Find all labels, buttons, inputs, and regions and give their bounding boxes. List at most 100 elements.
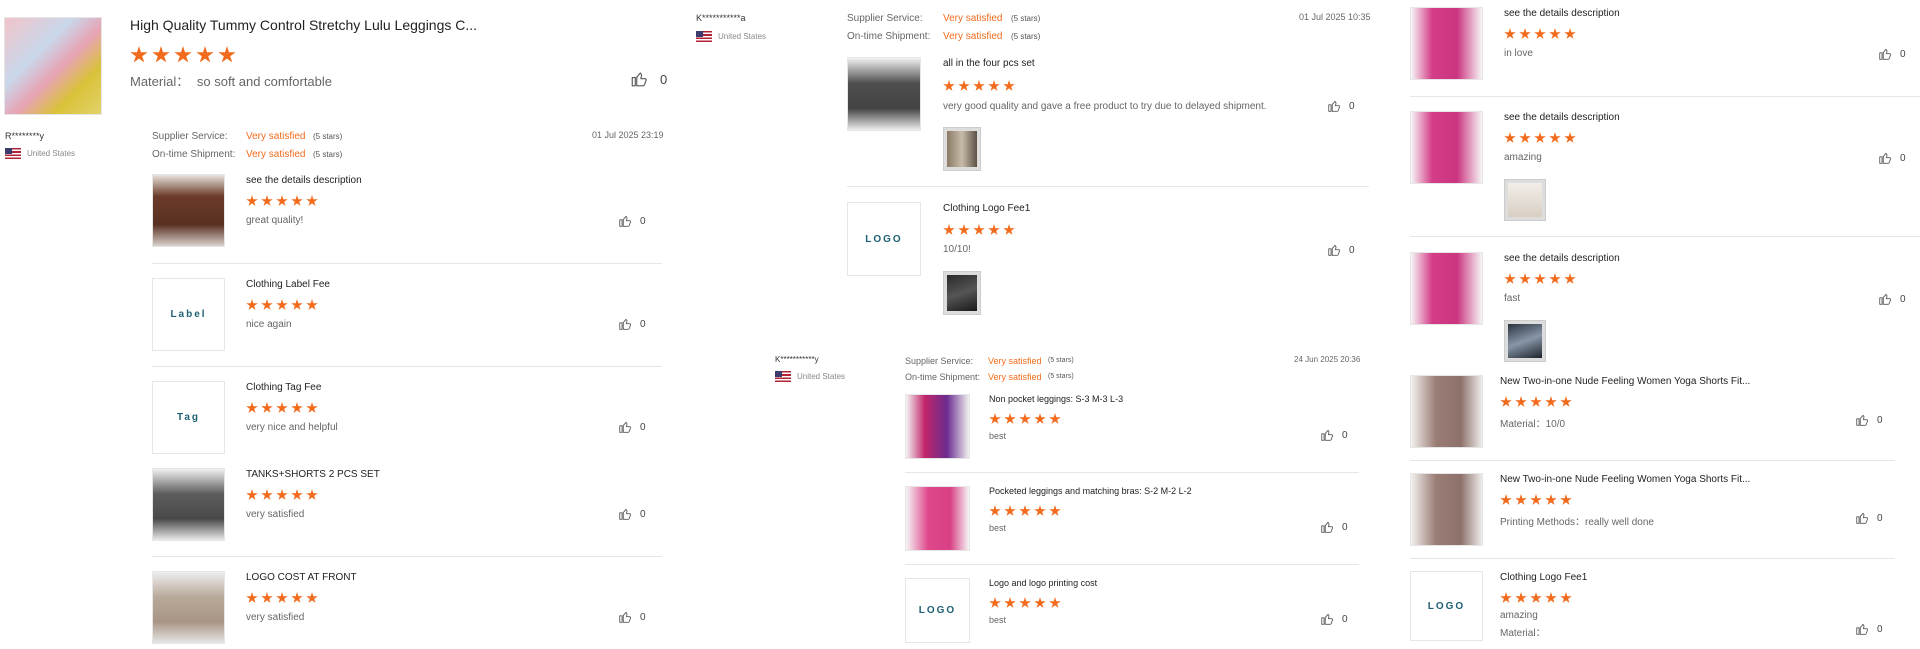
divider — [1410, 460, 1895, 461]
item-comment: very nice and helpful — [246, 422, 338, 433]
item-image[interactable]: LOGO — [1410, 571, 1483, 641]
review-photo[interactable] — [943, 127, 981, 171]
item-title[interactable]: see the details description — [1504, 253, 1620, 264]
supplier-service-label: Supplier Service: — [905, 356, 974, 366]
item-image[interactable]: Label — [152, 278, 225, 351]
item-title[interactable]: TANKS+SHORTS 2 PCS SET — [246, 469, 380, 480]
item-rating — [246, 489, 318, 501]
thumbs-up-icon — [618, 610, 632, 624]
item-like-button[interactable]: 0 — [618, 214, 646, 228]
item-like-button[interactable]: 0 — [618, 507, 646, 521]
item-like-button[interactable]: 0 — [1855, 413, 1883, 427]
item-title[interactable]: see the details description — [246, 175, 362, 186]
thumbs-up-icon — [1855, 413, 1869, 427]
item-comment: best — [989, 615, 1007, 625]
item-title[interactable]: Clothing Label Fee — [246, 279, 330, 290]
supplier-service-stars: (5 stars) — [1048, 357, 1074, 364]
thumbs-up-icon — [1320, 612, 1334, 626]
divider — [152, 556, 662, 557]
item-image[interactable]: LOGO — [847, 202, 921, 276]
item-rating — [989, 597, 1061, 609]
item-image[interactable] — [847, 57, 921, 131]
item-like-button[interactable]: 0 — [1855, 622, 1883, 636]
item-like-button[interactable]: 0 — [1327, 243, 1355, 257]
item-image[interactable] — [1410, 473, 1483, 546]
item-like-button[interactable]: 0 — [1320, 520, 1348, 534]
reviewer-country: United States — [775, 371, 845, 382]
supplier-service-value: Very satisfied — [988, 356, 1042, 366]
shipment-value: Very satisfied — [246, 149, 306, 160]
us-flag-icon — [775, 371, 791, 382]
thumbs-up-icon — [1878, 292, 1892, 306]
item-title[interactable]: see the details description — [1504, 8, 1620, 19]
item-like-button[interactable]: 0 — [1878, 47, 1906, 61]
product-material: Material： so soft and comfortable — [130, 71, 332, 90]
logo-label: LOGO — [865, 233, 903, 245]
item-image[interactable] — [152, 571, 225, 644]
thumbs-up-icon — [618, 420, 632, 434]
thumbs-up-icon — [1855, 622, 1869, 636]
item-comment: very satisfied — [246, 612, 305, 623]
product-image[interactable] — [4, 17, 102, 115]
item-image[interactable]: Tag — [152, 381, 225, 454]
item-like-button[interactable]: 0 — [618, 420, 646, 434]
logo-label: Tag — [176, 412, 201, 423]
thumbs-up-icon — [618, 317, 632, 331]
shipment-stars: (5 stars) — [1011, 32, 1041, 41]
item-image[interactable]: LOGO — [905, 578, 970, 643]
item-title[interactable]: all in the four pcs set — [943, 58, 1035, 69]
material-label: Material： — [130, 74, 190, 89]
item-material: Material： — [1500, 628, 1546, 639]
item-image[interactable] — [152, 468, 225, 541]
review-photo[interactable] — [943, 271, 981, 315]
item-like-button[interactable]: 0 — [1878, 292, 1906, 306]
thumbs-up-icon — [1855, 511, 1869, 525]
divider — [1410, 96, 1920, 97]
review-date: 01 Jul 2025 10:35 — [1299, 12, 1371, 22]
item-rating — [246, 299, 318, 311]
item-comment: very satisfied — [246, 509, 305, 520]
item-image[interactable] — [152, 174, 225, 247]
item-like-button[interactable]: 0 — [1878, 151, 1906, 165]
item-image[interactable] — [905, 394, 970, 459]
item-image[interactable] — [1410, 111, 1483, 184]
item-image[interactable] — [905, 486, 970, 551]
divider — [152, 366, 662, 367]
item-image[interactable] — [1410, 7, 1483, 80]
item-comment: nice again — [246, 319, 292, 330]
product-title[interactable]: High Quality Tummy Control Stretchy Lulu… — [130, 17, 477, 33]
item-title[interactable]: LOGO COST AT FRONT — [246, 572, 357, 583]
divider — [905, 564, 1359, 565]
item-like-button[interactable]: 0 — [1320, 612, 1348, 626]
item-title[interactable]: see the details description — [1504, 112, 1620, 123]
item-title[interactable]: Clothing Tag Fee — [246, 382, 321, 393]
item-title[interactable]: New Two-in-one Nude Feeling Women Yoga S… — [1500, 376, 1750, 387]
item-comment: 10/10! — [943, 244, 971, 255]
us-flag-icon — [696, 31, 712, 42]
item-like-button[interactable]: 0 — [1327, 99, 1355, 113]
item-like-button[interactable]: 0 — [1320, 428, 1348, 442]
item-title[interactable]: Clothing Logo Fee1 — [943, 203, 1030, 214]
product-like-button[interactable]: 0 — [630, 70, 667, 88]
thumbs-up-icon — [1878, 47, 1892, 61]
item-like-button[interactable]: 0 — [618, 610, 646, 624]
item-like-button[interactable]: 0 — [1855, 511, 1883, 525]
item-image[interactable] — [1410, 252, 1483, 325]
item-title[interactable]: Non pocket leggings: S-3 M-3 L-3 — [989, 394, 1123, 404]
item-image[interactable] — [1410, 375, 1483, 448]
item-rating — [246, 195, 318, 207]
review-photo[interactable] — [1504, 320, 1546, 362]
item-title[interactable]: Pocketed leggings and matching bras: S-2… — [989, 486, 1192, 496]
item-title[interactable]: Logo and logo printing cost — [989, 578, 1097, 588]
review-photo[interactable] — [1504, 179, 1546, 221]
thumbs-up-icon — [1878, 151, 1892, 165]
item-like-button[interactable]: 0 — [618, 317, 646, 331]
item-title[interactable]: Clothing Logo Fee1 — [1500, 572, 1587, 583]
supplier-service-label: Supplier Service: — [847, 13, 923, 24]
thumbs-up-icon — [1320, 520, 1334, 534]
shipment-label: On-time Shipment: — [905, 372, 981, 382]
item-rating — [1504, 28, 1576, 40]
item-comment: very good quality and gave a free produc… — [943, 101, 1267, 112]
item-title[interactable]: New Two-in-one Nude Feeling Women Yoga S… — [1500, 474, 1750, 485]
shipment-stars: (5 stars) — [313, 150, 343, 159]
